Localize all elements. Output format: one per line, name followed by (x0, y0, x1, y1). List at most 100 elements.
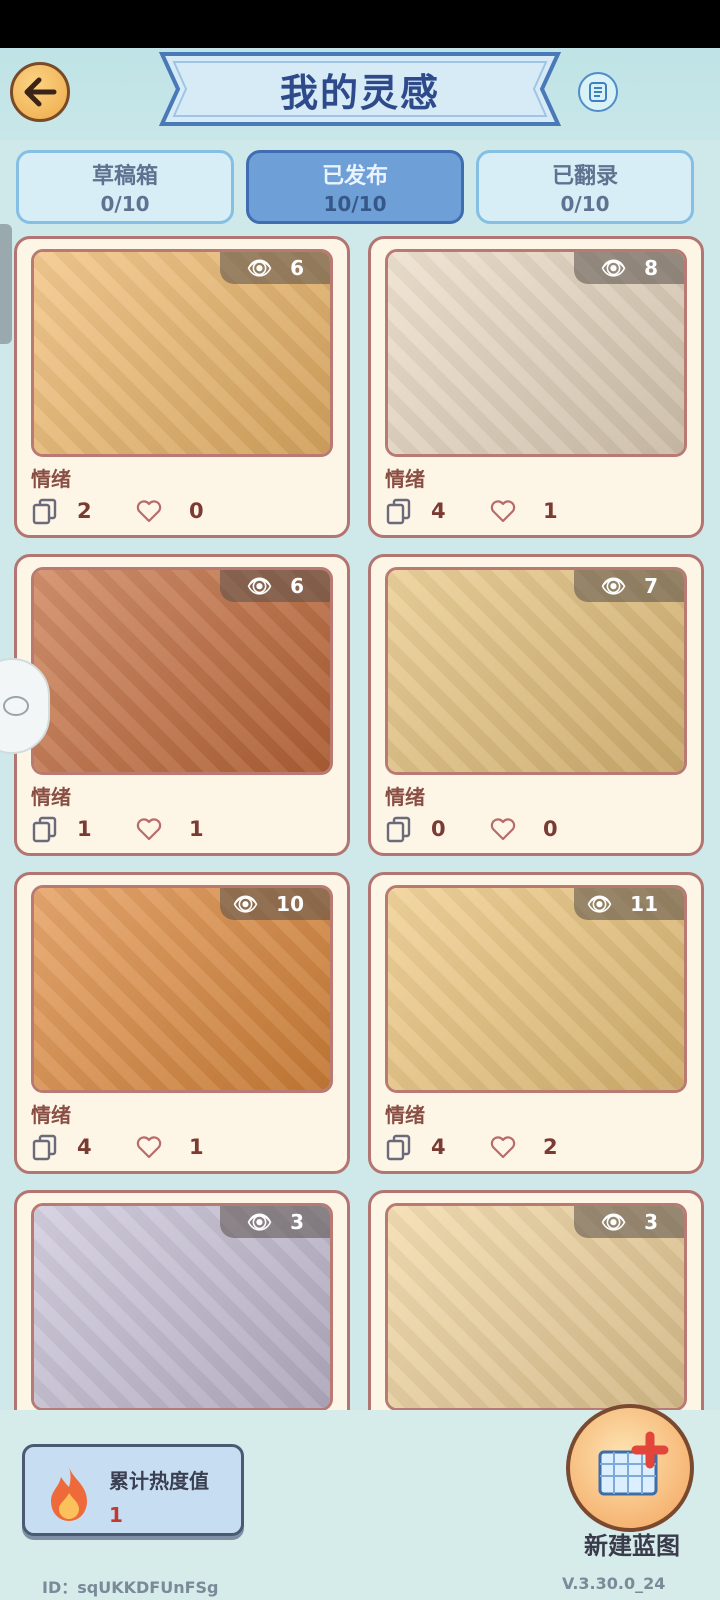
tab-label: 已发布 (321, 164, 388, 189)
room-thumbnail: 👁 10 (31, 885, 333, 1093)
views-count: 6 (290, 574, 304, 598)
tab-drafts[interactable]: 草稿箱 0/10 (16, 150, 234, 224)
heat-label: 累计热度值 (109, 1469, 209, 1493)
blueprint-card[interactable]: 👁 3 (14, 1190, 350, 1412)
eye-icon: 👁 (600, 256, 627, 280)
eye-icon: 👁 (600, 1210, 627, 1234)
copies-count: 4 (77, 1135, 92, 1159)
views-count: 10 (276, 892, 304, 916)
copies-count: 4 (431, 1135, 446, 1159)
heart-icon[interactable] (489, 815, 517, 843)
views-count: 7 (644, 574, 658, 598)
list-button[interactable] (578, 72, 618, 112)
views-badge: 👁 6 (220, 570, 330, 602)
card-title: 情绪 (385, 785, 425, 809)
copy-icon (32, 1134, 57, 1161)
tab-bar: 草稿箱 0/10 已发布 10/10 已翻录 0/10 (14, 150, 706, 226)
eye-icon: 👁 (246, 256, 273, 280)
heat-value-card[interactable]: 累计热度值 1 (22, 1444, 244, 1536)
likes-count: 0 (543, 817, 558, 841)
copies-count: 4 (431, 499, 446, 523)
page-title: 我的灵感 (279, 70, 440, 115)
card-title: 情绪 (385, 1103, 425, 1127)
card-stats: 4 1 (385, 495, 558, 527)
heart-icon[interactable] (489, 497, 517, 525)
card-title: 情绪 (31, 1103, 71, 1127)
blueprint-add-icon (598, 1431, 669, 1496)
eye-icon: 👁 (232, 892, 259, 916)
card-stats: 2 0 (31, 495, 204, 527)
blueprint-card[interactable]: 👁 3 (368, 1190, 704, 1412)
eye-icon: 👁 (246, 1210, 273, 1234)
copy-icon (32, 816, 57, 843)
side-handle[interactable] (0, 224, 12, 344)
views-count: 8 (644, 256, 658, 280)
likes-count: 1 (189, 817, 204, 841)
card-stats: 4 1 (31, 1131, 204, 1163)
blueprint-grid: 👁 6 情绪 2 0 👁 8 情绪 4 1 👁 6 情绪 1 1 👁 7 情绪 … (12, 236, 708, 1412)
likes-count: 0 (189, 499, 204, 523)
heart-icon[interactable] (135, 497, 163, 525)
copies-count: 0 (431, 817, 446, 841)
copy-icon (32, 498, 57, 525)
back-button[interactable] (10, 62, 70, 122)
blueprint-card[interactable]: 👁 6 情绪 1 1 (14, 554, 350, 856)
likes-count: 1 (543, 499, 558, 523)
app-version: V.3.30.0_24 (562, 1574, 666, 1593)
arrow-left-icon (24, 77, 57, 107)
tab-count: 0/10 (560, 192, 610, 216)
views-count: 11 (630, 892, 658, 916)
copy-icon (386, 1134, 411, 1161)
eye-icon: 👁 (600, 574, 627, 598)
blueprint-card[interactable]: 👁 6 情绪 2 0 (14, 236, 350, 538)
views-count: 6 (290, 256, 304, 280)
card-stats: 4 2 (385, 1131, 558, 1163)
room-thumbnail: 👁 6 (31, 249, 333, 457)
eye-icon: 👁 (246, 574, 273, 598)
room-thumbnail: 👁 6 (31, 567, 333, 775)
status-bar (0, 0, 720, 48)
room-thumbnail: 👁 3 (385, 1203, 687, 1411)
likes-count: 1 (189, 1135, 204, 1159)
copies-count: 1 (77, 817, 92, 841)
card-title: 情绪 (31, 785, 71, 809)
views-count: 3 (644, 1210, 658, 1234)
heart-icon[interactable] (489, 1133, 517, 1161)
heart-icon[interactable] (135, 815, 163, 843)
blueprint-card[interactable]: 👁 11 情绪 4 2 (368, 872, 704, 1174)
room-thumbnail: 👁 3 (31, 1203, 333, 1411)
tab-label: 已翻录 (551, 164, 618, 189)
copy-icon (386, 498, 411, 525)
views-badge: 👁 3 (220, 1206, 330, 1238)
card-title: 情绪 (31, 467, 71, 491)
blueprint-card[interactable]: 👁 8 情绪 4 1 (368, 236, 704, 538)
heat-value: 1 (109, 1503, 123, 1527)
fire-icon (51, 1467, 87, 1521)
card-title: 情绪 (385, 467, 425, 491)
user-id: ID：sqUKKDFUnFSg (42, 1578, 219, 1597)
new-blueprint-button[interactable] (566, 1404, 694, 1532)
copies-count: 2 (77, 499, 92, 523)
views-count: 3 (290, 1210, 304, 1234)
title-banner: 我的灵感 (158, 50, 562, 128)
blueprint-card[interactable]: 👁 10 情绪 4 1 (14, 872, 350, 1174)
likes-count: 2 (543, 1135, 558, 1159)
tab-label: 草稿箱 (91, 164, 158, 189)
tab-count: 10/10 (323, 192, 387, 216)
card-stats: 1 1 (31, 813, 204, 845)
tab-copied[interactable]: 已翻录 0/10 (476, 150, 694, 224)
room-thumbnail: 👁 7 (385, 567, 687, 775)
views-badge: 👁 11 (574, 888, 684, 920)
room-thumbnail: 👁 8 (385, 249, 687, 457)
views-badge: 👁 3 (574, 1206, 684, 1238)
eye-icon: 👁 (586, 892, 613, 916)
blueprint-card[interactable]: 👁 7 情绪 0 0 (368, 554, 704, 856)
heart-icon[interactable] (135, 1133, 163, 1161)
tab-published[interactable]: 已发布 10/10 (246, 150, 464, 224)
views-badge: 👁 6 (220, 252, 330, 284)
views-badge: 👁 7 (574, 570, 684, 602)
new-blueprint-label: 新建蓝图 (584, 1532, 680, 1560)
list-icon (589, 82, 607, 102)
tab-count: 0/10 (100, 192, 150, 216)
copy-icon (386, 816, 411, 843)
